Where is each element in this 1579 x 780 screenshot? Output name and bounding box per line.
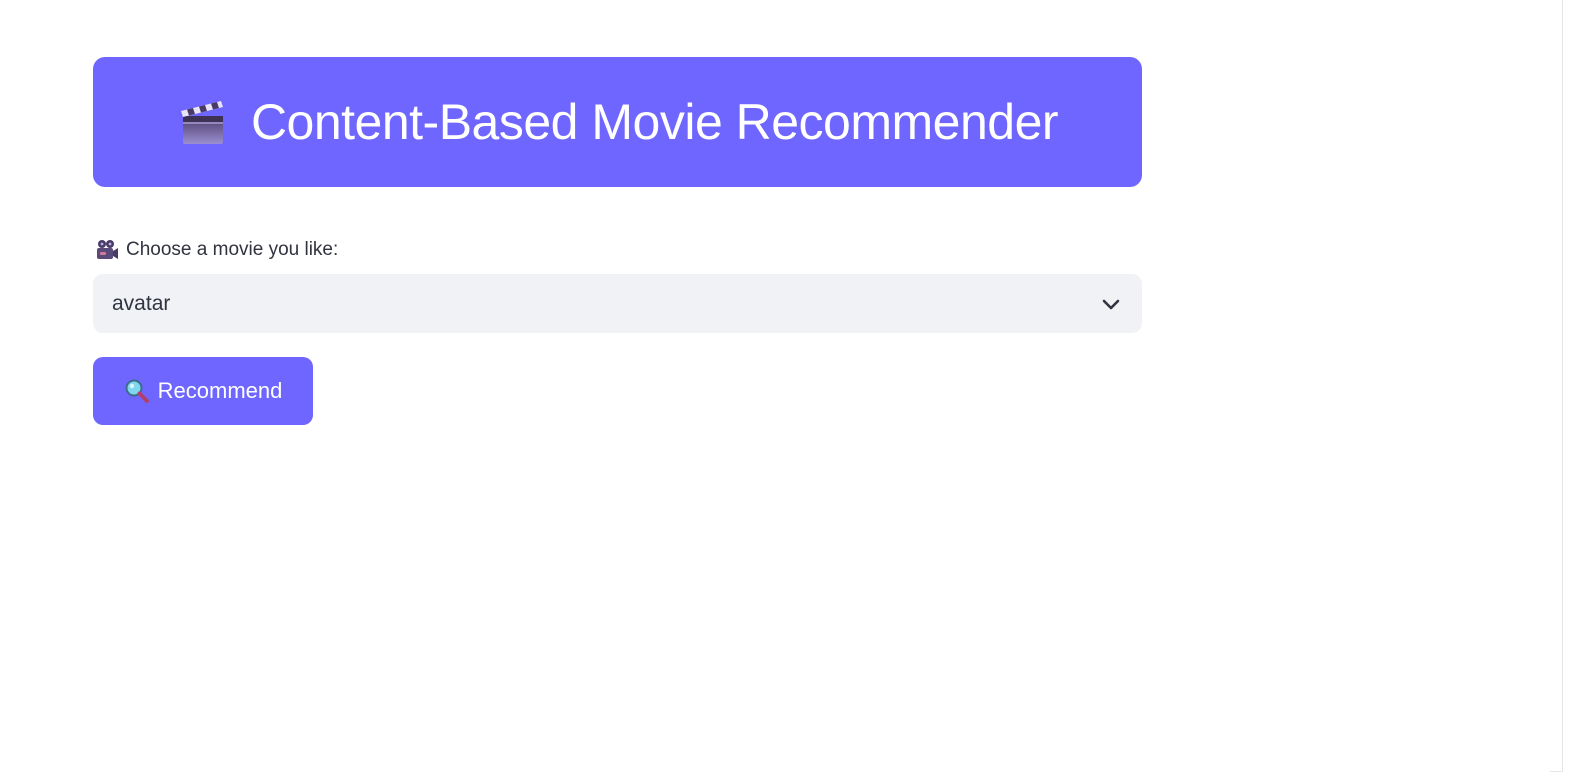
recommend-button-label: Recommend [157, 378, 283, 403]
movie-camera-icon [95, 239, 119, 261]
viewport-edge-corner [1550, 771, 1563, 772]
app-page: Content-Based Movie Recommender Choose a… [0, 0, 1579, 780]
header-banner: Content-Based Movie Recommender [93, 57, 1142, 187]
clapper-board-icon [177, 96, 229, 148]
chevron-down-icon[interactable] [1101, 294, 1121, 314]
page-title: Content-Based Movie Recommender [250, 94, 1059, 150]
header-content: Content-Based Movie Recommender [177, 93, 1059, 151]
movie-select-label-row: Choose a movie you like: [95, 238, 338, 262]
magnifier-icon [124, 378, 150, 404]
movie-select-label: Choose a movie you like: [126, 239, 339, 260]
movie-select-value: avatar [112, 291, 171, 315]
recommend-button[interactable]: Recommend [93, 357, 313, 425]
movie-select-dropdown[interactable]: avatar [93, 274, 1142, 333]
viewport-edge-divider [1562, 0, 1563, 772]
